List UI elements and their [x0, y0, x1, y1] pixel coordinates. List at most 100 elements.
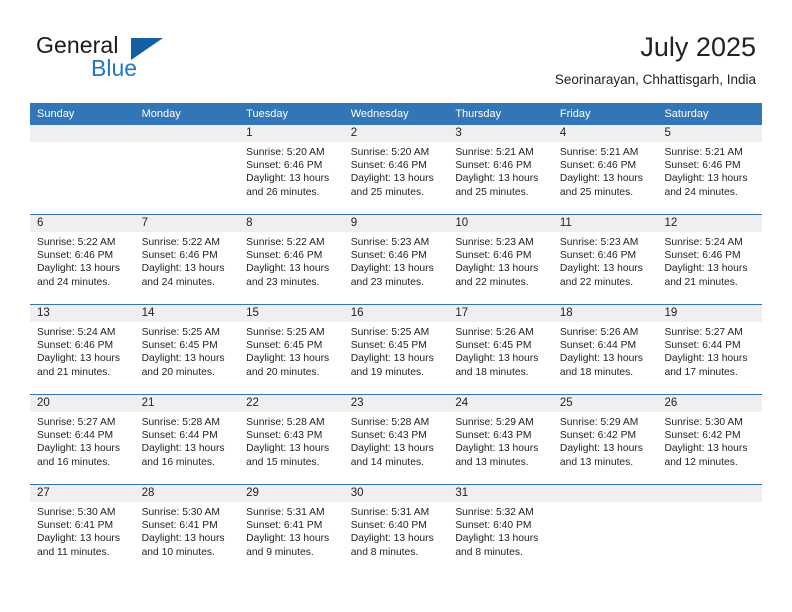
sunset-text: Sunset: 6:45 PM [141, 340, 218, 352]
day-cell-18[interactable]: 18 Sunrise: 5:26 AM Sunset: 6:44 PM Dayligh… [552, 305, 658, 394]
day-cell-26[interactable]: 26 Sunrise: 5:30 AM Sunset: 6:42 PM Dayligh… [657, 395, 763, 484]
sunrise-text: Sunrise: 5:30 AM [664, 417, 743, 428]
daylight-text: Daylight: 13 hours and 16 minutes. [37, 443, 120, 468]
day-number: 20 [30, 395, 135, 412]
title-block: July 2025 Seorinarayan, Chhattisgarh, In… [555, 30, 756, 90]
day-details: Sunrise: 5:30 AM Sunset: 6:42 PM Daylight:… [657, 412, 762, 469]
day-cell-2[interactable]: 2 Sunrise: 5:20 AM Sunset: 6:46 PM Daylight… [343, 125, 449, 214]
day-details: Sunrise: 5:22 AM Sunset: 6:46 PM Daylight:… [239, 232, 344, 289]
daylight-text: Daylight: 13 hours and 17 minutes. [664, 353, 748, 378]
weekday-header-wednesday: Wednesday [350, 108, 409, 120]
day-number: 19 [657, 305, 763, 322]
day-number: 28 [134, 485, 240, 502]
day-number: 26 [657, 395, 763, 412]
sunrise-text: Sunrise: 5:31 AM [350, 507, 430, 518]
day-cell-11[interactable]: 11 Sunrise: 5:23 AM Sunset: 6:46 PM Dayligh… [552, 215, 658, 304]
sunrise-text: Sunrise: 5:21 AM [664, 147, 743, 158]
day-number: 27 [30, 485, 135, 502]
sunset-text: Sunset: 6:46 PM [455, 250, 532, 262]
day-number: 25 [552, 395, 658, 412]
day-details: Sunrise: 5:27 AM Sunset: 6:44 PM Daylight:… [657, 322, 762, 379]
day-details: Sunrise: 5:31 AM Sunset: 6:41 PM Daylight:… [239, 502, 344, 559]
sunset-text: Sunset: 6:44 PM [664, 340, 741, 352]
sunrise-text: Sunrise: 5:25 AM [350, 327, 430, 338]
day-cell-21[interactable]: 21 Sunrise: 5:28 AM Sunset: 6:44 PM Dayligh… [134, 395, 240, 484]
day-details: Sunrise: 5:26 AM Sunset: 6:44 PM Daylight:… [553, 322, 658, 379]
day-cell-23[interactable]: 23 Sunrise: 5:28 AM Sunset: 6:43 PM Dayligh… [343, 395, 449, 484]
sunrise-text: Sunrise: 5:28 AM [141, 417, 220, 428]
day-cell-6[interactable]: 6 Sunrise: 5:22 AM Sunset: 6:46 PM Daylight… [30, 215, 135, 304]
day-number [657, 485, 763, 502]
day-cell-14[interactable]: 14 Sunrise: 5:25 AM Sunset: 6:45 PM Dayligh… [134, 305, 240, 394]
sunrise-text: Sunrise: 5:27 AM [37, 417, 116, 428]
day-number: 9 [343, 215, 449, 232]
sunset-text: Sunset: 6:44 PM [141, 430, 218, 442]
sunrise-text: Sunrise: 5:22 AM [37, 237, 116, 248]
day-number: 5 [657, 125, 763, 142]
day-cell-31[interactable]: 31 Sunrise: 5:32 AM Sunset: 6:40 PM Dayligh… [448, 485, 553, 574]
sunrise-text: Sunrise: 5:29 AM [559, 417, 639, 428]
day-cell-25[interactable]: 25 Sunrise: 5:29 AM Sunset: 6:42 PM Dayligh… [552, 395, 658, 484]
day-details: Sunrise: 5:27 AM Sunset: 6:44 PM Daylight:… [30, 412, 135, 469]
day-cell-22[interactable]: 22 Sunrise: 5:28 AM Sunset: 6:43 PM Dayligh… [239, 395, 344, 484]
day-cell-29[interactable]: 29 Sunrise: 5:31 AM Sunset: 6:41 PM Dayligh… [239, 485, 344, 574]
day-cell-empty [134, 125, 240, 214]
day-number: 15 [239, 305, 344, 322]
calendar-week-row: 13 Sunrise: 5:24 AM Sunset: 6:46 PM Dayligh… [30, 304, 763, 394]
daylight-text: Daylight: 13 hours and 25 minutes. [350, 173, 434, 198]
day-cell-3[interactable]: 3 Sunrise: 5:21 AM Sunset: 6:46 PM Daylight… [448, 125, 553, 214]
daylight-text: Daylight: 13 hours and 25 minutes. [455, 173, 539, 198]
day-number: 10 [448, 215, 553, 232]
sunset-text: Sunset: 6:46 PM [246, 160, 323, 172]
calendar-grid: Sunday Monday Tuesday Wednesday Thursday Frid… [30, 103, 763, 574]
page-subtitle: Seorinarayan, Chhattisgarh, India [554, 72, 756, 87]
daylight-text: Daylight: 13 hours and 8 minutes. [455, 533, 539, 558]
day-details: Sunrise: 5:30 AM Sunset: 6:41 PM Daylight:… [30, 502, 135, 559]
sunset-text: Sunset: 6:42 PM [559, 430, 637, 442]
day-number: 30 [343, 485, 449, 502]
day-cell-12[interactable]: 12 Sunrise: 5:24 AM Sunset: 6:46 PM Dayligh… [657, 215, 763, 304]
day-cell-27[interactable]: 27 Sunrise: 5:30 AM Sunset: 6:41 PM Dayligh… [30, 485, 135, 574]
day-details: Sunrise: 5:22 AM Sunset: 6:46 PM Daylight:… [30, 232, 135, 289]
daylight-text: Daylight: 13 hours and 24 minutes. [141, 263, 225, 288]
brand-logo[interactable]: General Blue [36, 30, 246, 90]
calendar-week-row: 20 Sunrise: 5:27 AM Sunset: 6:44 PM Dayligh… [30, 394, 763, 484]
day-cell-7[interactable]: 7 Sunrise: 5:22 AM Sunset: 6:46 PM Daylight… [134, 215, 240, 304]
day-cell-17[interactable]: 17 Sunrise: 5:26 AM Sunset: 6:45 PM Dayligh… [448, 305, 553, 394]
daylight-text: Daylight: 13 hours and 23 minutes. [350, 263, 434, 288]
day-details: Sunrise: 5:20 AM Sunset: 6:46 PM Daylight:… [344, 142, 449, 199]
sunset-text: Sunset: 6:40 PM [455, 520, 532, 532]
day-cell-16[interactable]: 16 Sunrise: 5:25 AM Sunset: 6:45 PM Dayligh… [343, 305, 449, 394]
day-details: Sunrise: 5:28 AM Sunset: 6:43 PM Daylight:… [239, 412, 344, 469]
day-cell-13[interactable]: 13 Sunrise: 5:24 AM Sunset: 6:46 PM Dayligh… [30, 305, 135, 394]
day-details: Sunrise: 5:20 AM Sunset: 6:46 PM Daylight:… [239, 142, 344, 199]
day-cell-15[interactable]: 15 Sunrise: 5:25 AM Sunset: 6:45 PM Dayligh… [239, 305, 344, 394]
daylight-text: Daylight: 13 hours and 21 minutes. [664, 263, 748, 288]
day-number: 7 [134, 215, 240, 232]
day-cell-9[interactable]: 9 Sunrise: 5:23 AM Sunset: 6:46 PM Daylight… [343, 215, 449, 304]
day-cell-8[interactable]: 8 Sunrise: 5:22 AM Sunset: 6:46 PM Daylight… [239, 215, 344, 304]
day-cell-30[interactable]: 30 Sunrise: 5:31 AM Sunset: 6:40 PM Dayligh… [343, 485, 449, 574]
day-cell-1[interactable]: 1 Sunrise: 5:20 AM Sunset: 6:46 PM Daylight… [239, 125, 344, 214]
calendar-weeks: 1 Sunrise: 5:20 AM Sunset: 6:46 PM Daylight… [30, 125, 763, 574]
day-cell-20[interactable]: 20 Sunrise: 5:27 AM Sunset: 6:44 PM Dayligh… [30, 395, 135, 484]
day-number [134, 125, 240, 142]
sunrise-text: Sunrise: 5:28 AM [350, 417, 430, 428]
day-cell-28[interactable]: 28 Sunrise: 5:30 AM Sunset: 6:41 PM Dayligh… [134, 485, 240, 574]
day-cell-24[interactable]: 24 Sunrise: 5:29 AM Sunset: 6:43 PM Dayligh… [448, 395, 553, 484]
day-cell-19[interactable]: 19 Sunrise: 5:27 AM Sunset: 6:44 PM Dayligh… [657, 305, 763, 394]
day-cell-5[interactable]: 5 Sunrise: 5:21 AM Sunset: 6:46 PM Daylight… [657, 125, 763, 214]
daylight-text: Daylight: 13 hours and 15 minutes. [246, 443, 330, 468]
daylight-text: Daylight: 13 hours and 26 minutes. [246, 173, 330, 198]
sunrise-text: Sunrise: 5:21 AM [559, 147, 639, 158]
daylight-text: Daylight: 13 hours and 22 minutes. [455, 263, 539, 288]
day-details: Sunrise: 5:21 AM Sunset: 6:46 PM Daylight:… [448, 142, 553, 199]
daylight-text: Daylight: 13 hours and 19 minutes. [350, 353, 434, 378]
day-cell-10[interactable]: 10 Sunrise: 5:23 AM Sunset: 6:46 PM Dayligh… [448, 215, 553, 304]
sunset-text: Sunset: 6:46 PM [37, 250, 114, 262]
day-details: Sunrise: 5:21 AM Sunset: 6:46 PM Daylight:… [657, 142, 762, 199]
day-number: 22 [239, 395, 344, 412]
sunset-text: Sunset: 6:41 PM [141, 520, 218, 532]
sunrise-text: Sunrise: 5:25 AM [246, 327, 325, 338]
day-cell-4[interactable]: 4 Sunrise: 5:21 AM Sunset: 6:46 PM Daylight… [552, 125, 658, 214]
